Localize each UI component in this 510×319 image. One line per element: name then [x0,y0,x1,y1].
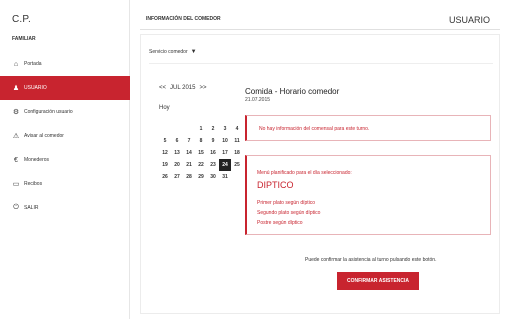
sidebar-item-label: SALIR [24,205,39,211]
calendar-day[interactable]: 30 [207,171,219,183]
gear-icon: ⚙ [12,109,20,116]
calendar-day[interactable]: 31 [219,171,231,183]
sidebar-item-label: Monederos [24,157,50,163]
calendar-empty-cell [159,123,171,135]
calendar-day[interactable]: 27 [171,171,183,183]
sidebar-nav: ⌂ Portada ♟ USUARIO ⚙ Configuración usua… [0,52,130,220]
calendar-day[interactable]: 6 [171,135,183,147]
calendar-header: << JUL 2015 >> [159,85,243,91]
calendar-day[interactable]: 18 [231,147,243,159]
sidebar-item-label: USUARIO [24,85,47,91]
calendar: << JUL 2015 >> Hoy 1 2 3 4 5 6 7 8 9 10 11 12 13 14 15… [159,85,243,180]
content-date: 21.07.2015 [245,97,271,103]
receipt-icon: ▭ [12,181,20,188]
calendar-day[interactable]: 8 [195,135,207,147]
calendar-day[interactable]: 5 [159,135,171,147]
calendar-day[interactable]: 12 [159,147,171,159]
sidebar-item-label: Configuración usuario [24,109,73,115]
confirm-text: Puede confirmar la asistencia al turno p… [305,257,437,263]
calendar-day[interactable]: 13 [171,147,183,159]
calendar-day[interactable]: 7 [183,135,195,147]
calendar-day[interactable]: 2 [207,123,219,135]
service-select-label: Servicio comedor [149,49,188,55]
sidebar-item-usuario[interactable]: ♟ USUARIO [0,76,130,100]
calendar-day[interactable]: 19 [159,159,171,171]
sidebar-item-label: Avisar al comedor [24,133,64,139]
power-icon: ⏻ [13,204,19,211]
calendar-day[interactable]: 14 [183,147,195,159]
calendar-empty-cell [231,171,243,183]
calendar-day[interactable]: 9 [207,135,219,147]
calendar-day[interactable]: 22 [195,159,207,171]
menu-box: Menú planificado para el día seleccionad… [245,155,491,235]
sidebar: C.P. FAMILIAR ⌂ Portada ♟ USUARIO ⚙ Conf… [0,0,130,319]
alert-box: No hay información del comensal para est… [245,115,491,141]
menu-intro: Menú planificado para el día seleccionad… [257,170,352,176]
calendar-day[interactable]: 28 [183,171,195,183]
calendar-day[interactable]: 4 [231,123,243,135]
calendar-today-button[interactable]: Hoy [159,105,170,111]
content-title: Comida - Horario comedor [245,87,340,96]
calendar-day[interactable]: 15 [195,147,207,159]
calendar-day[interactable]: 29 [195,171,207,183]
calendar-empty-cell [183,123,195,135]
calendar-day[interactable]: 16 [207,147,219,159]
calendar-month: JUL 2015 [170,85,196,91]
menu-type: DIPTICO [257,180,294,190]
home-icon: ⌂ [13,60,19,68]
coin-icon: € [14,156,18,164]
sidebar-item-configuracion[interactable]: ⚙ Configuración usuario [0,100,130,124]
menu-dish: Segundo plato según díptico [257,210,321,216]
sidebar-item-recibos[interactable]: ▭ Recibos [0,172,130,196]
sidebar-item-label: Portada [24,61,42,67]
calendar-day[interactable]: 25 [231,159,243,171]
calendar-prev-button[interactable]: << [159,85,166,91]
user-label: USUARIO [448,15,490,25]
sidebar-item-avisar[interactable]: ⚠ Avisar al comedor [0,124,130,148]
calendar-day[interactable]: 20 [171,159,183,171]
calendar-day[interactable]: 21 [183,159,195,171]
calendar-day[interactable]: 10 [219,135,231,147]
brand-title: C.P. [12,14,31,25]
sidebar-item-portada[interactable]: ⌂ Portada [0,52,130,76]
calendar-day[interactable]: 11 [231,135,243,147]
calendar-day[interactable]: 17 [219,147,231,159]
calendar-day[interactable]: 24 [219,159,231,171]
sidebar-item-label: Recibos [24,181,43,187]
calendar-grid: 1 2 3 4 5 6 7 8 9 10 11 12 13 14 15 16 17 18 19 20 21 22 23 24 2… [159,123,243,183]
confirm-attendance-button[interactable]: CONFIRMAR ASISTENCIA [337,272,419,290]
sidebar-item-salir[interactable]: ⏻ SALIR [0,196,130,220]
calendar-day[interactable]: 1 [195,123,207,135]
service-select[interactable]: Servicio comedor ▼ [149,49,197,55]
calendar-day[interactable]: 3 [219,123,231,135]
page-title: INFORMACIÓN DEL COMEDOR [146,16,221,22]
calendar-next-button[interactable]: >> [199,85,206,91]
sidebar-item-monederos[interactable]: € Monederos [0,148,130,172]
main-panel: Servicio comedor ▼ << JUL 2015 >> Hoy 123… [140,34,500,314]
menu-dish: Postre según díptico [257,220,303,226]
brand-subtitle: FAMILIAR [12,36,36,42]
user-icon: ♟ [12,85,20,92]
page-header: INFORMACIÓN DEL COMEDOR USUARIO [140,8,500,30]
menu-dish: Primer plato según díptico [257,200,316,206]
calendar-day[interactable]: 23 [207,159,219,171]
calendar-day[interactable]: 26 [159,171,171,183]
alert-icon: ⚠ [12,133,20,140]
chevron-down-icon: ▼ [190,49,197,55]
calendar-empty-cell [171,123,183,135]
alert-text: No hay información del comensal para est… [259,126,370,132]
divider [149,63,493,64]
